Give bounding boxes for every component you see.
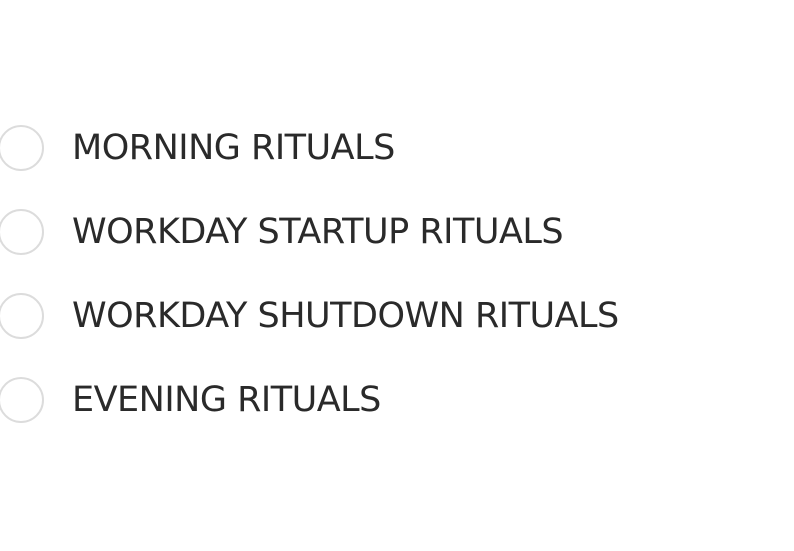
radio-button[interactable] bbox=[0, 377, 44, 423]
radio-button[interactable] bbox=[0, 209, 44, 255]
ritual-options-list: MORNING RITUALS WORKDAY STARTUP RITUALS … bbox=[0, 106, 794, 442]
ritual-option-workday-shutdown[interactable]: WORKDAY SHUTDOWN RITUALS bbox=[0, 274, 794, 358]
ritual-option-label: WORKDAY STARTUP RITUALS bbox=[72, 212, 564, 252]
ritual-option-evening[interactable]: EVENING RITUALS bbox=[0, 358, 794, 442]
ritual-option-workday-startup[interactable]: WORKDAY STARTUP RITUALS bbox=[0, 190, 794, 274]
ritual-option-label: MORNING RITUALS bbox=[72, 128, 395, 168]
ritual-option-label: WORKDAY SHUTDOWN RITUALS bbox=[72, 296, 619, 336]
ritual-option-label: EVENING RITUALS bbox=[72, 380, 381, 420]
ritual-option-morning[interactable]: MORNING RITUALS bbox=[0, 106, 794, 190]
radio-button[interactable] bbox=[0, 293, 44, 339]
radio-button[interactable] bbox=[0, 125, 44, 171]
